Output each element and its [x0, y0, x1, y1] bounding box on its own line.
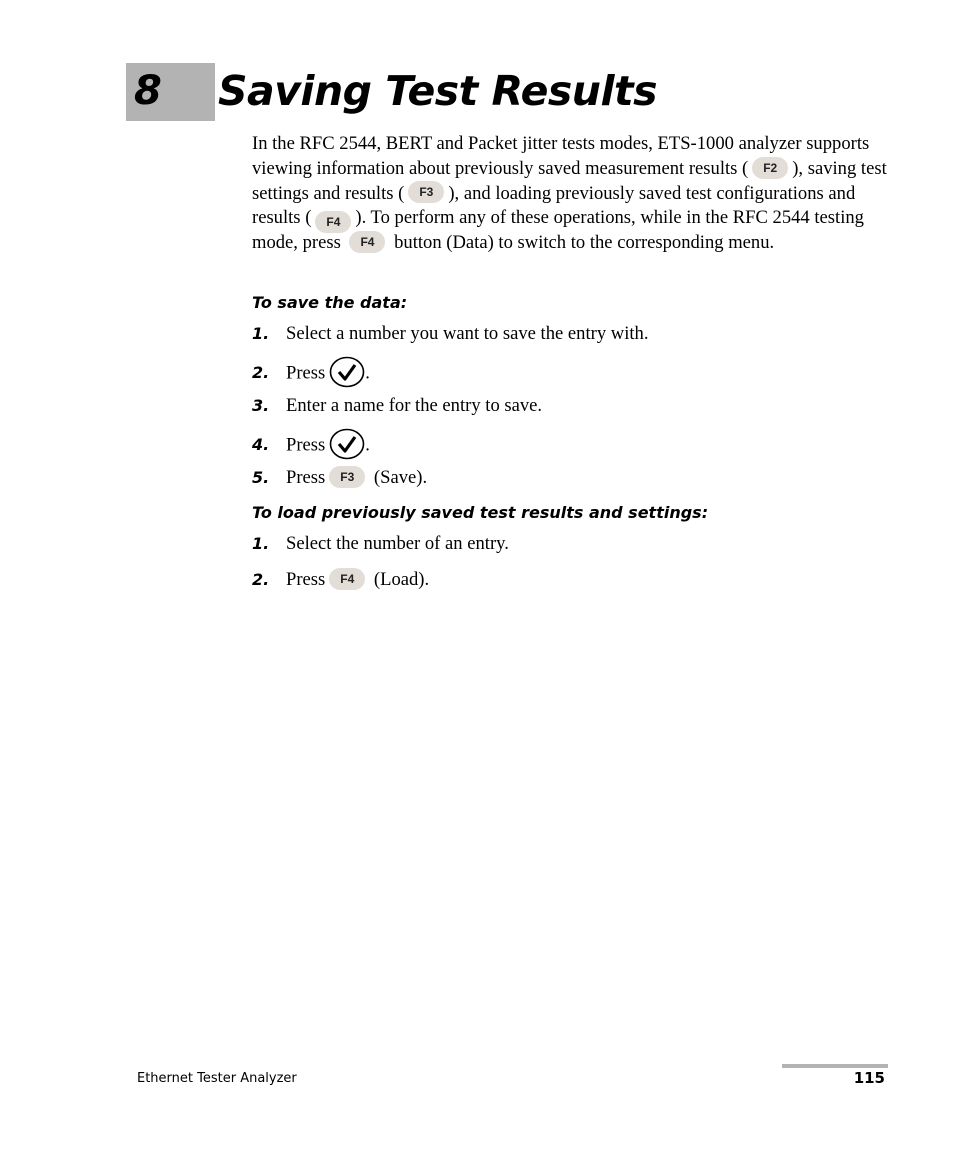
- intro-text-5: button (Data) to switch to the correspon…: [389, 232, 775, 254]
- intro-paragraph: In the RFC 2544, BERT and Packet jitter …: [252, 132, 892, 256]
- f3-key-icon: F3: [329, 465, 366, 488]
- footer-divider: [782, 1064, 888, 1068]
- step-text: Select the number of an entry.: [286, 533, 509, 554]
- load-step: 2. Press F4 (Load).: [252, 567, 430, 592]
- step-number: 1.: [252, 534, 270, 553]
- page-number: 115: [853, 1069, 885, 1087]
- save-step: 1. Select a number you want to save the e…: [252, 322, 648, 346]
- step-number: 2.: [252, 570, 270, 589]
- step-number: 5.: [252, 468, 270, 487]
- step-text: Press: [286, 362, 326, 384]
- step-number: 2.: [252, 363, 270, 383]
- step-number: 3.: [252, 396, 270, 415]
- checkmark-button-icon: [329, 428, 365, 460]
- step-text-after: .: [365, 434, 370, 456]
- save-section-heading: To save the data:: [252, 293, 408, 312]
- step-number: 1.: [252, 324, 270, 343]
- save-step: 4. Press.: [252, 428, 370, 462]
- step-text-after: (Load).: [369, 569, 430, 590]
- step-text: Enter a name for the entry to save.: [286, 395, 543, 416]
- step-number: 4.: [252, 435, 270, 455]
- load-section-heading: To load previously saved test results an…: [252, 503, 709, 522]
- step-text-after: (Save).: [369, 467, 428, 488]
- f4-key-icon: F4: [329, 567, 366, 590]
- f4-key-icon: F4: [349, 230, 386, 253]
- step-text: Press: [286, 467, 326, 488]
- chapter-title: Saving Test Results: [218, 67, 658, 115]
- save-step: 2. Press.: [252, 356, 370, 390]
- f4-key-icon: F4: [315, 211, 352, 234]
- step-text-after: .: [365, 362, 370, 384]
- load-step: 1. Select the number of an entry.: [252, 532, 509, 556]
- save-step: 5. Press F3 (Save).: [252, 465, 428, 490]
- step-text: Press: [286, 434, 326, 456]
- f2-key-icon: F2: [752, 156, 789, 179]
- step-text: Press: [286, 569, 326, 590]
- checkmark-button-icon: [329, 356, 365, 388]
- step-text: Select a number you want to save the ent…: [286, 323, 649, 344]
- chapter-number: 8: [134, 68, 162, 114]
- f3-key-icon: F3: [408, 181, 445, 204]
- footer-title: Ethernet Tester Analyzer: [137, 1071, 297, 1086]
- save-step: 3. Enter a name for the entry to save.: [252, 394, 542, 418]
